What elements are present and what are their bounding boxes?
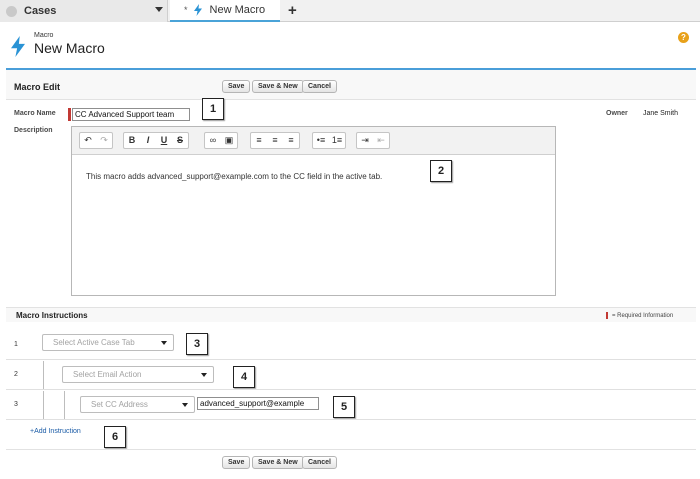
align-center-icon[interactable]: ≡ xyxy=(267,133,283,148)
required-legend: = Required Information xyxy=(606,312,673,319)
macro-name-input[interactable]: CC Advanced Support team xyxy=(72,108,190,121)
row-number: 3 xyxy=(14,401,18,408)
macro-instructions-header: Macro Instructions = Required Informatio… xyxy=(6,307,696,322)
macro-lightning-icon xyxy=(11,36,25,57)
unsaved-marker: * xyxy=(184,5,188,15)
subtab-label: New Macro xyxy=(209,4,266,16)
image-icon[interactable]: ▣ xyxy=(221,133,237,148)
owner-label: Owner xyxy=(606,110,628,117)
select-value: Set CC Address xyxy=(91,400,148,409)
footer-cancel-button[interactable]: Cancel xyxy=(302,456,337,469)
email-action-select[interactable]: Select Email Action xyxy=(62,366,214,383)
section-title: Macro Edit xyxy=(14,82,61,92)
required-indicator xyxy=(68,108,71,121)
editor-body-text[interactable]: This macro adds advanced_support@example… xyxy=(86,172,382,181)
macro-edit-header: Macro Edit Save Save & New Cancel xyxy=(6,68,696,100)
instructions-title: Macro Instructions xyxy=(16,311,88,320)
description-label: Description xyxy=(14,127,53,134)
align-left-icon[interactable]: ≡ xyxy=(251,133,267,148)
numbered-list-icon[interactable]: 1≡ xyxy=(329,133,345,148)
add-instruction-link[interactable]: +Add Instruction xyxy=(30,428,81,435)
tab-cases[interactable]: Cases xyxy=(0,0,168,22)
callout-1: 1 xyxy=(202,98,224,120)
console-tab-bar: Cases * New Macro + xyxy=(0,0,700,22)
set-cc-address-select[interactable]: Set CC Address xyxy=(80,396,195,413)
dropdown-arrow-icon xyxy=(182,403,188,407)
link-icon[interactable]: ∞ xyxy=(205,133,221,148)
dropdown-arrow-icon xyxy=(201,373,207,377)
tree-connector xyxy=(64,391,65,419)
cancel-button[interactable]: Cancel xyxy=(302,80,337,93)
row-number: 2 xyxy=(14,371,18,378)
footer-save-button[interactable]: Save xyxy=(222,456,251,469)
cc-address-input[interactable]: advanced_support@example xyxy=(197,397,319,410)
tab-cases-label: Cases xyxy=(24,5,57,17)
footer-button-bar: Save Save & New Cancel xyxy=(6,449,696,475)
required-indicator xyxy=(606,312,608,319)
bulleted-list-icon[interactable]: •≡ xyxy=(313,133,329,148)
undo-icon[interactable]: ↶ xyxy=(80,133,96,148)
editor-toolbar: ↶ ↷ B I U S ∞ ▣ ≡ ≡ ≡ •≡ 1≡ ⇥ ⇤ xyxy=(72,127,555,155)
required-legend-text: = Required Information xyxy=(612,313,674,320)
active-case-tab-select[interactable]: Select Active Case Tab xyxy=(42,334,174,351)
row-number: 1 xyxy=(14,341,18,348)
strikethrough-icon[interactable]: S xyxy=(172,133,188,148)
cases-icon xyxy=(6,5,17,17)
footer-save-new-button[interactable]: Save & New xyxy=(252,456,304,469)
italic-icon[interactable]: I xyxy=(140,133,156,148)
macro-name-label: Macro Name xyxy=(14,110,56,117)
tree-connector xyxy=(43,361,44,389)
lightning-icon xyxy=(193,4,202,16)
description-editor[interactable]: ↶ ↷ B I U S ∞ ▣ ≡ ≡ ≡ •≡ 1≡ ⇥ ⇤ This mac… xyxy=(71,126,556,296)
owner-value[interactable]: Jane Smith xyxy=(643,110,678,117)
subtab-new-macro[interactable]: * New Macro xyxy=(170,0,280,22)
callout-2: 2 xyxy=(430,160,452,182)
page-title: New Macro xyxy=(34,40,105,56)
object-label: Macro xyxy=(34,32,54,39)
underline-icon[interactable]: U xyxy=(156,133,172,148)
tree-connector xyxy=(43,391,44,419)
outdent-icon[interactable]: ⇤ xyxy=(373,133,389,148)
select-value: Select Email Action xyxy=(73,370,142,379)
dropdown-arrow-icon xyxy=(161,341,167,345)
chevron-down-icon[interactable] xyxy=(155,7,163,12)
callout-6: 6 xyxy=(104,426,126,448)
save-new-button[interactable]: Save & New xyxy=(252,80,304,93)
add-tab-button[interactable]: + xyxy=(288,2,297,19)
help-icon[interactable]: ? xyxy=(678,32,689,43)
indent-icon[interactable]: ⇥ xyxy=(357,133,373,148)
bold-icon[interactable]: B xyxy=(124,133,140,148)
save-button[interactable]: Save xyxy=(222,80,251,93)
redo-icon[interactable]: ↷ xyxy=(96,133,112,148)
align-right-icon[interactable]: ≡ xyxy=(283,133,299,148)
select-value: Select Active Case Tab xyxy=(53,338,135,347)
